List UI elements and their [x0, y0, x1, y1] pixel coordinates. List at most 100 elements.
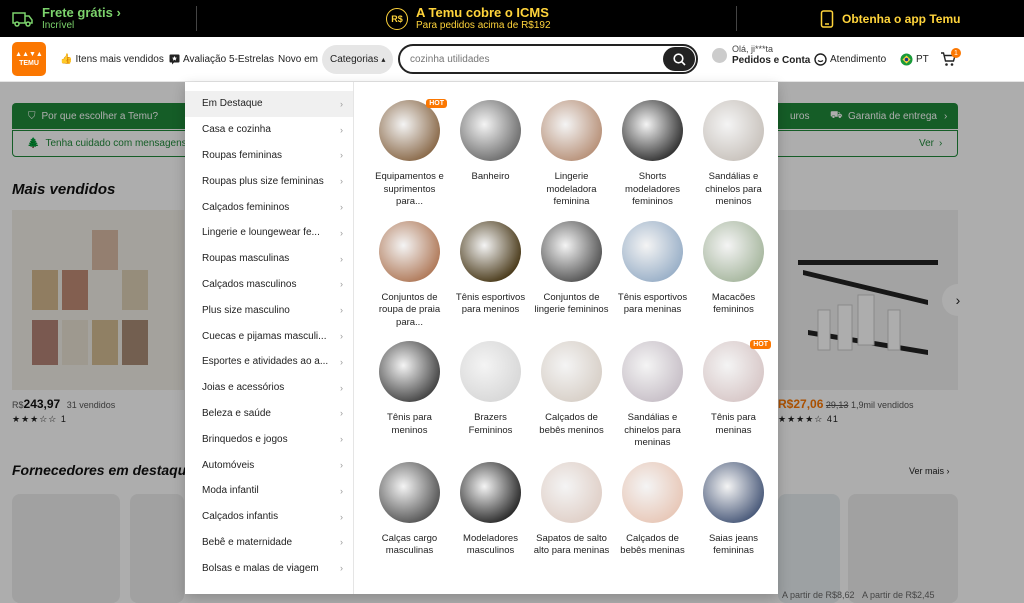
subcategory-image — [379, 341, 440, 402]
subcategory-item[interactable]: Shorts modeladores femininos — [612, 100, 693, 209]
chevron-right-icon: › — [340, 253, 343, 264]
free-shipping-title: Frete grátis — [42, 4, 113, 20]
account-greeting: Olá, ji***ta — [732, 44, 774, 54]
subcategory-item[interactable]: Calçados de bebês meninas — [612, 461, 693, 558]
category-item[interactable]: Lingerie e loungewear fe... › — [185, 220, 353, 246]
subcategory-item[interactable]: Macacões femininos — [693, 220, 774, 330]
support-link[interactable]: Atendimento — [814, 37, 886, 82]
account-menu[interactable]: Olá, ji***ta Pedidos e Conta — [712, 44, 810, 67]
category-item[interactable]: Casa e cozinha › — [185, 117, 353, 143]
category-item[interactable]: Moda infantil › — [185, 478, 353, 504]
avatar — [712, 48, 727, 63]
subcategory-grid: HOT Equipamentos e suprimentos para... Ban… — [369, 99, 771, 558]
subcategory-image — [622, 461, 683, 523]
nav-categories[interactable]: Categorias ▴ — [322, 45, 394, 74]
nav-new-label: Novo em — [278, 54, 319, 65]
subcategory-label: Sapatos de salto alto para meninas — [533, 532, 610, 557]
subcategory-label: Tênis esportivos para meninas — [617, 291, 688, 316]
category-item[interactable]: Joias e acessórios › — [185, 375, 353, 401]
category-item[interactable]: Bebê e maternidade › — [185, 530, 353, 556]
search-button[interactable] — [663, 47, 695, 71]
chevron-right-icon: › — [340, 124, 343, 135]
search-icon — [672, 52, 686, 66]
get-app-promo[interactable]: Obtenha o app Temu — [820, 0, 960, 37]
nav-best-sellers-label: Itens mais vendidos — [75, 54, 164, 65]
chevron-right-icon: › — [340, 434, 343, 445]
category-item[interactable]: Roupas masculinas › — [185, 246, 353, 272]
chevron-right-icon: › — [340, 150, 343, 161]
nav-new[interactable]: Novo em — [278, 37, 318, 82]
chevron-right-icon: › — [340, 279, 343, 290]
subcategory-item[interactable]: Conjuntos de lingerie femininos — [531, 220, 612, 330]
nav-best-sellers[interactable]: 👍 Itens mais vendidos — [60, 37, 164, 82]
category-item[interactable]: Roupas plus size femininas › — [185, 168, 353, 194]
chevron-right-icon: › — [116, 4, 121, 20]
brazil-flag-icon — [900, 53, 913, 66]
subcategory-item[interactable]: Modeladores masculinos — [450, 461, 531, 558]
promo-bar: Frete grátis › Incrível R$ A Temu cobre … — [0, 0, 1024, 37]
subcategory-item[interactable]: HOT Equipamentos e suprimentos para... — [369, 99, 450, 209]
chevron-right-icon: › — [340, 202, 343, 213]
logo-text: TEMU — [19, 60, 39, 67]
chevron-right-icon: › — [340, 485, 343, 496]
category-item[interactable]: Beleza e saúde › — [185, 401, 353, 427]
category-item[interactable]: Plus size masculino › — [185, 297, 353, 323]
category-label: Em Destaque — [202, 98, 263, 110]
category-item[interactable]: Automóveis › — [185, 452, 353, 478]
subcategory-image — [541, 220, 602, 282]
category-item[interactable]: Em Destaque › — [185, 91, 353, 117]
category-label: Calçados infantis — [202, 511, 279, 523]
subcategory-item[interactable]: Calçados de bebês meninos — [531, 341, 612, 450]
subcategory-image — [703, 100, 764, 161]
category-label: Beleza e saúde — [202, 407, 271, 419]
subcategory-item[interactable]: Banheiro — [450, 100, 531, 209]
subcategory-item[interactable]: HOT Tênis para meninas — [693, 340, 774, 450]
category-label: Lingerie e loungewear fe... — [202, 227, 320, 239]
subcategory-item[interactable]: Tênis esportivos para meninas — [612, 220, 693, 330]
header: ▲▲▼▲ TEMU 👍 Itens mais vendidos Avaliaçã… — [0, 37, 1024, 82]
category-label: Roupas masculinas — [202, 253, 290, 265]
subcategory-item[interactable]: Sandálias e chinelos para meninos — [693, 100, 774, 209]
subcategory-item[interactable]: Sapatos de salto alto para meninas — [531, 461, 612, 558]
icms-promo[interactable]: R$ A Temu cobre o ICMS Para pedidos acim… — [386, 0, 551, 37]
divider — [736, 6, 737, 31]
category-label: Bebê e maternidade — [202, 536, 293, 548]
category-item[interactable]: Calçados masculinos › — [185, 272, 353, 298]
star-rating-icon — [169, 54, 180, 65]
subcategory-item[interactable]: Saias jeans femininas — [693, 461, 774, 558]
temu-logo[interactable]: ▲▲▼▲ TEMU — [12, 42, 46, 76]
subcategory-item[interactable]: Sandálias e chinelos para meninas — [612, 341, 693, 450]
subcategory-label: Equipamentos e suprimentos para... — [375, 171, 444, 207]
subcategory-image — [379, 461, 440, 523]
category-item[interactable]: Calçados infantis › — [185, 504, 353, 530]
subcategory-item[interactable]: Lingerie modeladora feminina — [531, 100, 612, 209]
subcategory-image — [460, 220, 521, 282]
category-item[interactable]: Esportes e atividades ao a... › — [185, 349, 353, 375]
cart-button[interactable] — [940, 37, 956, 82]
category-item[interactable]: Bolsas e malas de viagem › — [185, 555, 353, 581]
subcategory-image — [541, 341, 602, 402]
subcategory-item[interactable]: Tênis esportivos para meninos — [450, 220, 531, 330]
category-item[interactable]: Cuecas e pijamas masculi... › — [185, 323, 353, 349]
subcategory-item[interactable]: Brazers Femininos — [450, 341, 531, 450]
free-shipping-promo[interactable]: Frete grátis › Incrível — [12, 0, 121, 37]
subcategory-item[interactable]: Calças cargo masculinas — [369, 461, 450, 558]
category-item[interactable]: Brinquedos e jogos › — [185, 426, 353, 452]
icms-title: A Temu cobre o ICMS — [416, 4, 549, 20]
subcategory-image — [541, 461, 602, 523]
nav-five-star[interactable]: Avaliação 5-Estrelas — [169, 37, 274, 82]
subcategory-image — [622, 100, 683, 161]
category-item[interactable]: Calçados femininos › — [185, 194, 353, 220]
category-label: Plus size masculino — [202, 304, 290, 316]
icms-sub: Para pedidos acima de R$192 — [416, 19, 551, 31]
search-input[interactable] — [400, 53, 650, 65]
subcategory-label: Conjuntos de lingerie femininos — [534, 291, 609, 316]
subcategory-item[interactable]: Conjuntos de roupa de praia para... — [369, 220, 450, 330]
language-selector[interactable]: PT — [900, 37, 929, 82]
subcategory-label: Tênis para meninas — [711, 412, 756, 436]
category-item[interactable]: Roupas femininas › — [185, 143, 353, 169]
subcategory-item[interactable]: Tênis para meninos — [369, 341, 450, 450]
chevron-right-icon: › — [340, 408, 343, 419]
chevron-right-icon: › — [340, 460, 343, 471]
category-label: Cuecas e pijamas masculi... — [202, 330, 327, 342]
